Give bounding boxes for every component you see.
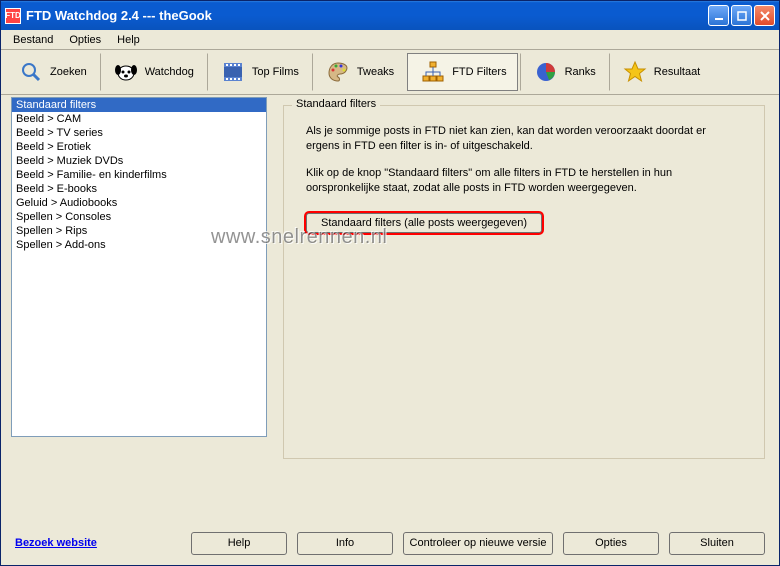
toolbar-watchdog[interactable]: Watchdog <box>100 53 205 91</box>
toolbar-resultaat[interactable]: Resultaat <box>609 53 711 91</box>
list-item[interactable]: Spellen > Consoles <box>12 210 266 224</box>
filter-list[interactable]: Standaard filters Beeld > CAM Beeld > TV… <box>11 97 267 437</box>
toolbar-topfilms[interactable]: Top Films <box>207 53 310 91</box>
list-item[interactable]: Standaard filters <box>12 98 266 112</box>
list-item[interactable]: Beeld > E-books <box>12 182 266 196</box>
toolbar-ftdfilters[interactable]: FTD Filters <box>407 53 517 91</box>
menubar: Bestand Opties Help <box>1 30 779 50</box>
star-icon <box>622 59 648 85</box>
toolbar-label: Top Films <box>252 66 299 78</box>
content-area: Standaard filters Beeld > CAM Beeld > TV… <box>1 95 779 525</box>
hierarchy-icon <box>420 59 446 85</box>
window-title: FTD Watchdog 2.4 --- theGook <box>26 8 708 23</box>
window-buttons <box>708 5 775 26</box>
info-button[interactable]: Info <box>297 532 393 555</box>
toolbar-tweaks[interactable]: Tweaks <box>312 53 405 91</box>
app-icon: FTD <box>5 8 21 24</box>
app-window: FTD FTD Watchdog 2.4 --- theGook Bestand… <box>0 0 780 566</box>
toolbar-label: Zoeken <box>50 66 87 78</box>
toolbar-zoeken[interactable]: Zoeken <box>7 53 98 91</box>
list-item[interactable]: Beeld > Erotiek <box>12 140 266 154</box>
minimize-icon <box>714 11 724 21</box>
toolbar-label: Resultaat <box>654 66 700 78</box>
sluiten-button[interactable]: Sluiten <box>669 532 765 555</box>
palette-icon <box>325 59 351 85</box>
close-icon <box>760 11 770 21</box>
opties-button[interactable]: Opties <box>563 532 659 555</box>
check-version-button[interactable]: Controleer op nieuwe versie <box>403 532 553 555</box>
toolbar: Zoeken Watchdog Top Films Tweaks FTD Fil… <box>1 50 779 95</box>
toolbar-label: Ranks <box>565 66 596 78</box>
magnifier-icon <box>18 59 44 85</box>
maximize-button[interactable] <box>731 5 752 26</box>
maximize-icon <box>737 11 747 21</box>
list-item[interactable]: Spellen > Add-ons <box>12 238 266 252</box>
minimize-button[interactable] <box>708 5 729 26</box>
list-item[interactable]: Geluid > Audiobooks <box>12 196 266 210</box>
piechart-icon <box>533 59 559 85</box>
standaard-filters-button[interactable]: Standaard filters (alle posts weergegeve… <box>306 213 542 233</box>
toolbar-label: Watchdog <box>145 66 194 78</box>
dog-icon <box>113 59 139 85</box>
titlebar: FTD FTD Watchdog 2.4 --- theGook <box>1 1 779 30</box>
groupbox-title: Standaard filters <box>292 98 380 110</box>
toolbar-ranks[interactable]: Ranks <box>520 53 607 91</box>
list-item[interactable]: Beeld > TV series <box>12 126 266 140</box>
list-item[interactable]: Beeld > Familie- en kinderfilms <box>12 168 266 182</box>
groupbox-standaard-filters: Standaard filters Als je sommige posts i… <box>283 105 765 459</box>
groupbox-content: Als je sommige posts in FTD niet kan zie… <box>284 106 764 243</box>
menu-bestand[interactable]: Bestand <box>5 32 61 48</box>
film-icon <box>220 59 246 85</box>
description-text-2: Klik op de knop "Standaard filters" om a… <box>306 166 742 196</box>
menu-opties[interactable]: Opties <box>61 32 109 48</box>
description-text-1: Als je sommige posts in FTD niet kan zie… <box>306 124 742 154</box>
toolbar-label: FTD Filters <box>452 66 506 78</box>
list-item[interactable]: Spellen > Rips <box>12 224 266 238</box>
bezoek-website-link[interactable]: Bezoek website <box>15 537 97 549</box>
footer-bar: Bezoek website Help Info Controleer op n… <box>1 529 779 557</box>
toolbar-label: Tweaks <box>357 66 394 78</box>
list-item[interactable]: Beeld > CAM <box>12 112 266 126</box>
close-button[interactable] <box>754 5 775 26</box>
list-item[interactable]: Beeld > Muziek DVDs <box>12 154 266 168</box>
help-button[interactable]: Help <box>191 532 287 555</box>
menu-help[interactable]: Help <box>109 32 148 48</box>
